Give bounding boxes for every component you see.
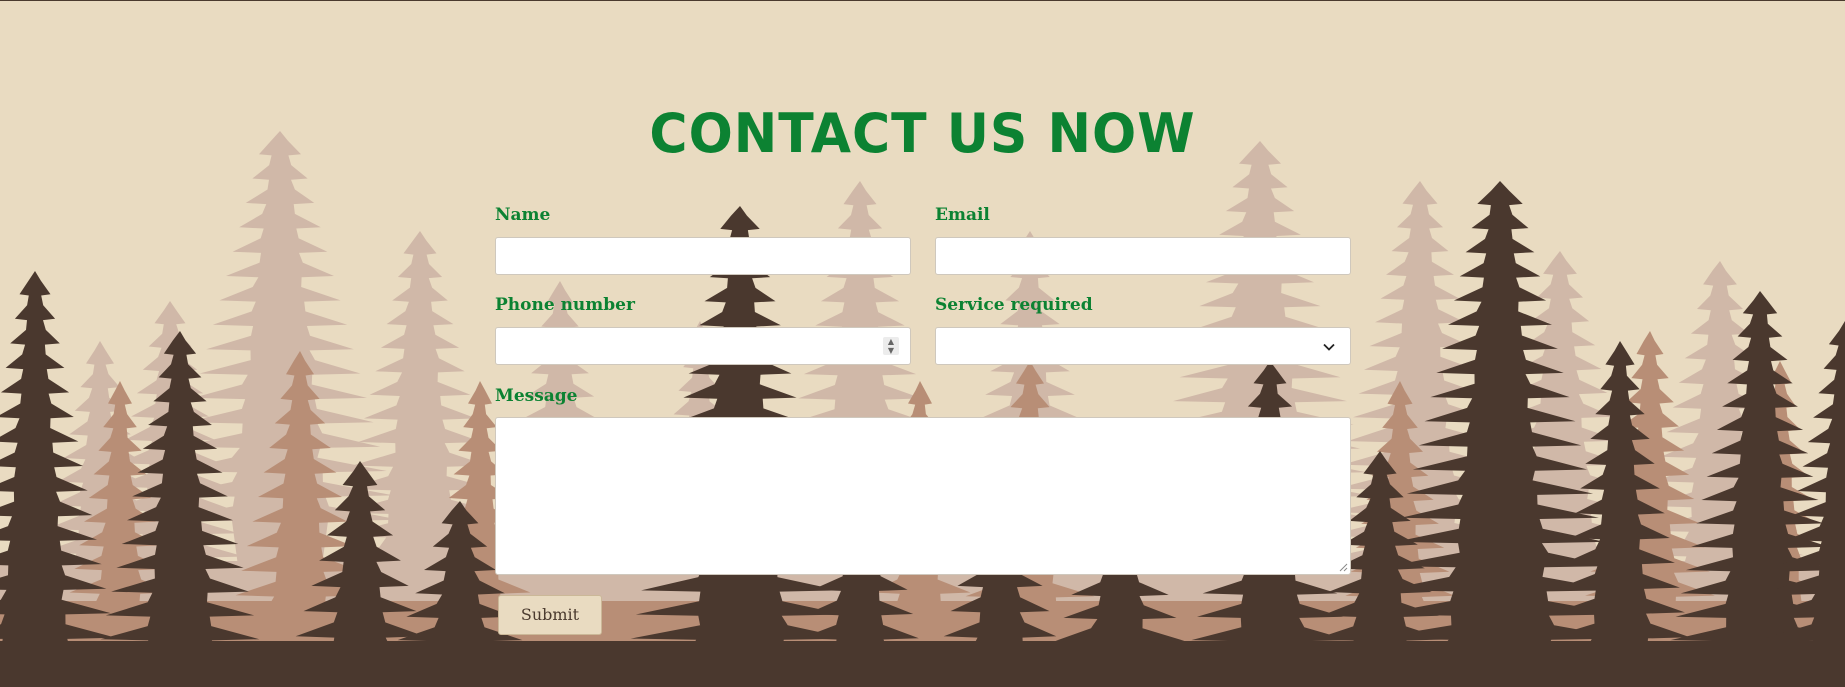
number-spinner-icon[interactable]: ▲ ▼ — [883, 337, 899, 355]
ground-band — [0, 641, 1845, 687]
chevron-down-icon — [1323, 343, 1335, 351]
phone-input[interactable]: ▲ ▼ — [495, 327, 911, 365]
message-label: Message — [495, 386, 578, 406]
message-textarea[interactable] — [495, 417, 1351, 575]
submit-button[interactable]: Submit — [498, 595, 602, 635]
service-select[interactable] — [935, 327, 1351, 365]
name-input[interactable] — [495, 237, 911, 275]
email-label: Email — [935, 205, 990, 225]
resize-grip-icon[interactable] — [1338, 562, 1348, 572]
email-input[interactable] — [935, 237, 1351, 275]
name-label: Name — [495, 205, 551, 225]
phone-label: Phone number — [495, 295, 635, 315]
service-label: Service required — [935, 295, 1093, 315]
page-title: CONTACT US NOW — [649, 102, 1196, 166]
contact-page: CONTACT US NOW Name Email Phone number ▲… — [0, 0, 1845, 687]
